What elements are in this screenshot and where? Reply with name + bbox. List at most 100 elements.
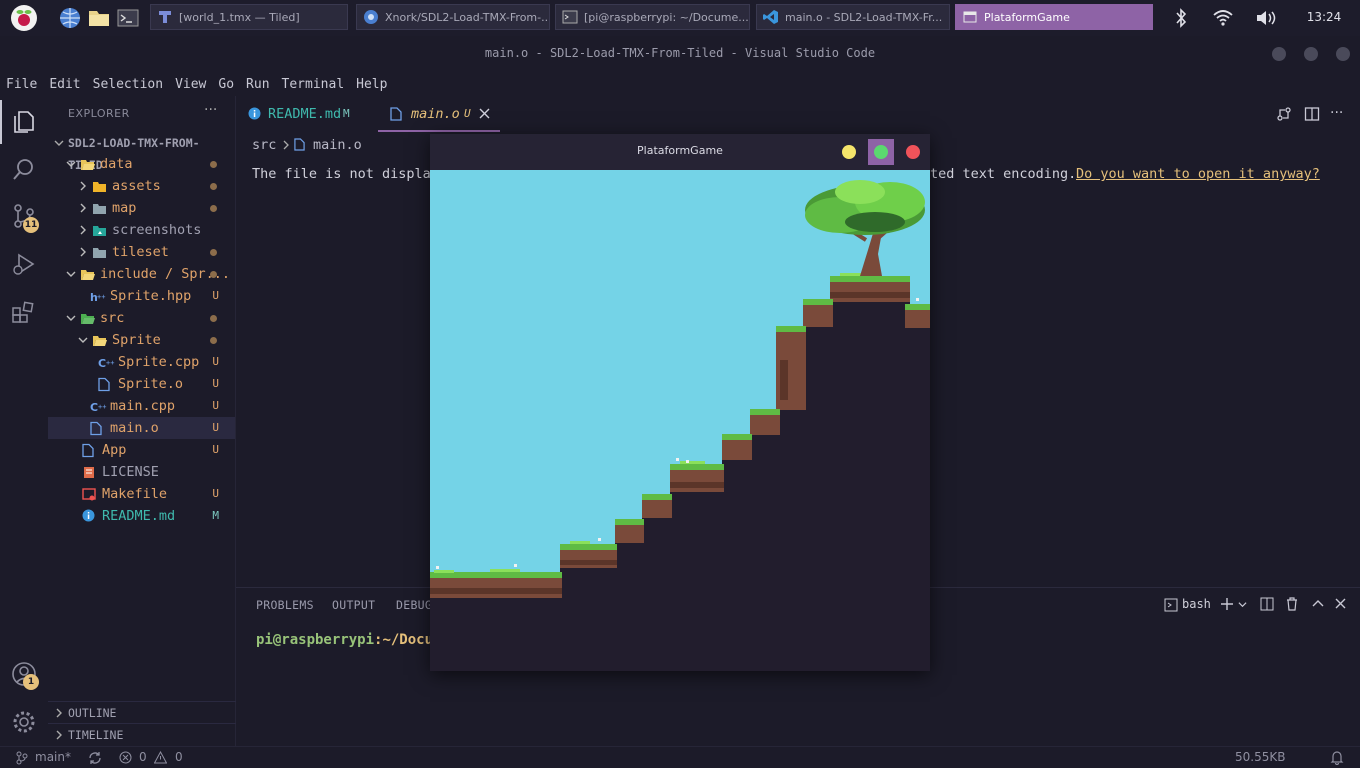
tree-item[interactable]: README.md M: [48, 505, 235, 527]
modified-dot: [210, 161, 217, 168]
search-icon[interactable]: [10, 156, 38, 184]
run-debug-icon[interactable]: [10, 250, 38, 278]
breadcrumb-folder[interactable]: src: [252, 137, 276, 153]
task-browser[interactable]: Xnork/SDL2-Load-TMX-From-...: [356, 4, 550, 30]
game-scene: [430, 170, 930, 671]
makefile-icon: [82, 487, 97, 502]
tree-item[interactable]: C ++ main.cpp U: [48, 395, 235, 417]
tree-item[interactable]: App U: [48, 439, 235, 461]
tree-item[interactable]: LICENSE: [48, 461, 235, 483]
menu-run[interactable]: Run: [246, 77, 269, 92]
tree-item[interactable]: screenshots: [48, 219, 235, 241]
timeline-section[interactable]: TIMELINE: [48, 723, 236, 745]
menu-selection[interactable]: Selection: [93, 77, 163, 92]
folder-icon: [92, 223, 107, 238]
svg-text:++: ++: [98, 403, 106, 411]
scm-badge: 11: [23, 217, 39, 233]
tree-item[interactable]: Sprite.o U: [48, 373, 235, 395]
task-terminal[interactable]: [pi@raspberrypi: ~/Docume...: [555, 4, 750, 30]
task-tiled[interactable]: [world_1.tmx — Tiled]: [150, 4, 348, 30]
tree-item[interactable]: include / Spr...: [48, 263, 235, 285]
tree-item-label: App: [102, 442, 127, 458]
branch-name[interactable]: main*: [35, 750, 71, 764]
error-count[interactable]: 0: [139, 750, 147, 764]
extensions-icon[interactable]: [10, 298, 38, 326]
notifications-bell-icon[interactable]: [1330, 750, 1344, 765]
compare-changes-icon[interactable]: [1276, 106, 1292, 122]
tab-main-o[interactable]: main.o U: [378, 96, 500, 132]
split-editor-icon[interactable]: [1304, 106, 1320, 122]
tree-item[interactable]: C ++ Sprite.cpp U: [48, 351, 235, 373]
tree-item[interactable]: assets: [48, 175, 235, 197]
tree-item[interactable]: Sprite: [48, 329, 235, 351]
tree-item[interactable]: main.o U: [48, 417, 235, 439]
explorer-icon[interactable]: [10, 108, 38, 136]
tree-item[interactable]: map: [48, 197, 235, 219]
volume-icon[interactable]: [1255, 8, 1277, 28]
menu-help[interactable]: Help: [356, 77, 387, 92]
tree-item-label: Makefile: [102, 486, 168, 502]
menu-view[interactable]: View: [175, 77, 206, 92]
game-canvas[interactable]: [430, 170, 930, 671]
split-terminal-icon[interactable]: [1260, 597, 1274, 611]
tree-item[interactable]: src: [48, 307, 235, 329]
close-window-button[interactable]: [1336, 47, 1350, 61]
chevron-right-icon: [54, 730, 64, 740]
project-root[interactable]: SDL2-LOAD-TMX-FROM-TILED: [54, 132, 234, 172]
raspberry-menu-icon[interactable]: [10, 4, 38, 32]
sync-icon[interactable]: [88, 751, 102, 765]
file-manager-icon[interactable]: [86, 5, 112, 31]
menu-file[interactable]: File: [6, 77, 37, 92]
tree-item[interactable]: Makefile U: [48, 483, 235, 505]
error-icon[interactable]: [119, 751, 132, 764]
editor-more-button[interactable]: ···: [1330, 105, 1343, 121]
game-maximize-button[interactable]: [874, 145, 888, 159]
shell-name[interactable]: bash: [1182, 597, 1211, 611]
terminal-prompt[interactable]: pi@raspberrypi:~/Docum: [256, 632, 441, 648]
open-anyway-link[interactable]: Do you want to open it anyway?: [1076, 166, 1320, 182]
explorer-header: EXPLORER: [68, 107, 130, 120]
task-plataformgame[interactable]: PlataformGame: [955, 4, 1153, 30]
wifi-icon[interactable]: [1212, 8, 1234, 28]
chevron-down-icon[interactable]: [1238, 600, 1247, 609]
svg-text:++: ++: [106, 359, 114, 367]
cpp-file-icon: C ++: [98, 355, 114, 370]
bluetooth-icon[interactable]: [1172, 8, 1190, 28]
tree-item[interactable]: tileset: [48, 241, 235, 263]
task-vscode[interactable]: main.o - SDL2-Load-TMX-Fr...: [756, 4, 950, 30]
close-panel-icon[interactable]: [1335, 598, 1346, 609]
tree-item-status: U: [212, 355, 219, 368]
web-browser-icon[interactable]: [57, 5, 83, 31]
new-terminal-icon[interactable]: [1220, 597, 1234, 611]
menu-edit[interactable]: Edit: [49, 77, 80, 92]
tab-problems[interactable]: PROBLEMS: [256, 598, 314, 612]
close-tab-icon[interactable]: [479, 108, 490, 119]
tab-output[interactable]: OUTPUT: [332, 598, 375, 612]
chromium-icon: [363, 9, 379, 25]
game-minimize-button[interactable]: [842, 145, 856, 159]
trash-icon[interactable]: [1285, 597, 1299, 611]
more-actions-button[interactable]: ···: [204, 102, 217, 118]
svg-text:++: ++: [97, 293, 105, 301]
tree-item[interactable]: h ++ Sprite.hpp U: [48, 285, 235, 307]
tree-item[interactable]: data: [48, 153, 235, 175]
maximize-panel-icon[interactable]: [1312, 598, 1324, 610]
file-icon: [294, 138, 305, 151]
warning-icon[interactable]: [154, 751, 167, 764]
tab-readme[interactable]: README.md M: [236, 96, 376, 132]
breadcrumb-file[interactable]: main.o: [313, 134, 362, 156]
minimize-button[interactable]: [1272, 47, 1286, 61]
menu-go[interactable]: Go: [218, 77, 234, 92]
menu-terminal[interactable]: Terminal: [282, 77, 345, 92]
terminal-launcher-icon[interactable]: [115, 5, 141, 31]
clock[interactable]: 13:24: [1300, 10, 1348, 24]
active-indicator: [0, 100, 2, 144]
game-window[interactable]: PlataformGame: [430, 134, 930, 671]
chevron-down-icon: [66, 159, 76, 169]
warning-count[interactable]: 0: [175, 750, 183, 764]
maximize-button[interactable]: [1304, 47, 1318, 61]
tab-debug[interactable]: DEBUG: [396, 598, 432, 612]
settings-gear-icon[interactable]: [10, 708, 38, 736]
game-close-button[interactable]: [906, 145, 920, 159]
outline-section[interactable]: OUTLINE: [48, 701, 236, 723]
